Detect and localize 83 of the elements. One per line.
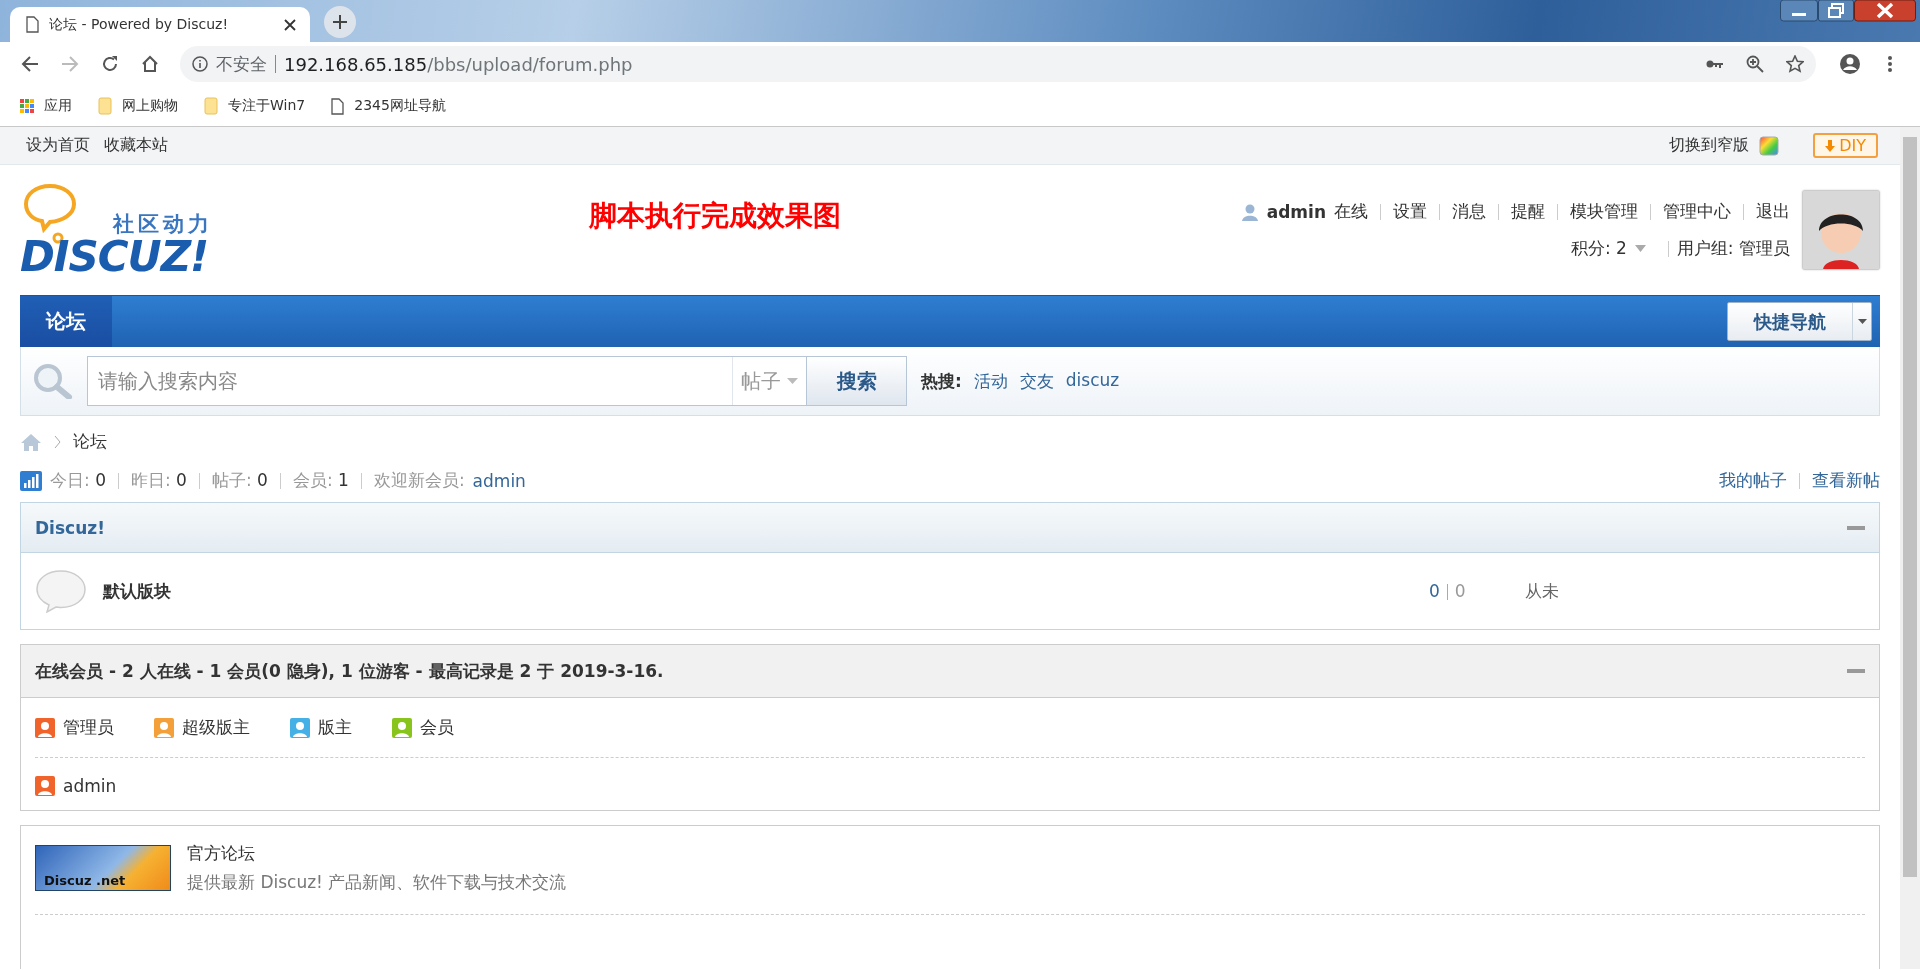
forum-name-link[interactable]: 默认版块 — [103, 579, 1413, 603]
last-post: 从未 — [1525, 579, 1560, 603]
minimize-icon[interactable] — [1780, 0, 1818, 22]
info-icon — [192, 56, 208, 72]
stat-item: 今日: 0 — [50, 469, 106, 492]
chevron-icon — [54, 434, 61, 449]
user-menu-link[interactable]: 退出 — [1756, 200, 1790, 223]
username-link[interactable]: admin — [1266, 201, 1326, 222]
thread-link[interactable]: 我的帖子 — [1719, 469, 1787, 492]
user-menu-link[interactable]: 管理中心 — [1663, 200, 1731, 223]
user-menu-link[interactable]: 消息 — [1452, 200, 1486, 223]
caret-icon — [1857, 319, 1867, 324]
post-count: 0 — [1454, 581, 1466, 601]
page-icon — [331, 97, 345, 115]
hot-search-link[interactable]: 交友 — [1019, 369, 1054, 393]
logo-tagline: 社区动力 — [113, 211, 213, 238]
bar-chart-icon — [20, 470, 42, 491]
page-icon — [26, 16, 39, 33]
new-tab-button[interactable] — [324, 6, 356, 38]
reload-icon[interactable] — [101, 55, 119, 73]
folder-icon — [98, 97, 112, 115]
back-icon[interactable] — [21, 56, 39, 72]
star-icon[interactable] — [1786, 55, 1804, 73]
close-icon[interactable] — [1854, 0, 1916, 22]
color-palette-icon[interactable] — [1759, 135, 1780, 156]
site-banner-logo[interactable]: Discuz .net — [35, 845, 171, 891]
key-icon[interactable] — [1706, 59, 1724, 69]
user-icon — [1240, 202, 1259, 221]
welcome-label: 欢迎新会员: — [373, 469, 465, 492]
close-icon[interactable] — [284, 18, 296, 31]
hot-search-link[interactable]: 活动 — [973, 369, 1008, 393]
switch-width-link[interactable]: 切换到窄版 — [1669, 135, 1750, 156]
collapse-icon[interactable] — [1847, 525, 1865, 530]
headline: 脚本执行完成效果图 — [589, 198, 842, 234]
bookmark[interactable]: 网上购物 — [98, 97, 178, 115]
quick-nav-button[interactable]: 快捷导航 — [1727, 302, 1872, 341]
friend-link[interactable]: 官方论坛 — [187, 842, 567, 865]
top-link[interactable]: 设为首页 — [26, 135, 90, 156]
group-label: 版主 — [318, 716, 352, 739]
restore-icon[interactable] — [1818, 0, 1854, 22]
user-menu-link[interactable]: 设置 — [1393, 200, 1427, 223]
link-description: 提供最新 Discuz! 产品新闻、软件下载与技术交流 — [187, 871, 567, 894]
address-bar[interactable]: 不安全 192.168.65.185/bbs/upload/forum.php — [180, 46, 1816, 82]
bookmark[interactable]: 应用 — [20, 97, 72, 115]
user-menu-link[interactable]: 模块管理 — [1570, 200, 1638, 223]
stat-item: 昨日: 0 — [130, 469, 187, 492]
avatar[interactable] — [1802, 190, 1880, 270]
caret-icon — [787, 378, 798, 384]
online-members-title: 在线会员 - 2 人在线 - 1 会员(0 隐身), 1 位游客 - 最高记录是 2 于 2019-3-16. — [35, 659, 665, 683]
user-menu-link[interactable]: 提醒 — [1511, 200, 1545, 223]
breadcrumb-link[interactable]: 论坛 — [73, 430, 107, 453]
apps-icon — [20, 99, 34, 113]
search-button[interactable]: 搜索 — [806, 357, 906, 405]
top-link[interactable]: 收藏本站 — [104, 135, 168, 156]
thread-link[interactable]: 查看新帖 — [1812, 469, 1880, 492]
bookmark[interactable]: 专注于Win7 — [204, 97, 306, 115]
menu-icon[interactable] — [1888, 56, 1892, 72]
bookmark[interactable]: 2345网址导航 — [331, 97, 446, 115]
plus-icon — [332, 14, 348, 30]
account-icon[interactable] — [1839, 53, 1861, 75]
search-icon — [33, 363, 73, 399]
hot-search-link[interactable]: discuz — [1065, 369, 1120, 393]
group-label: 管理员 — [63, 716, 114, 739]
arrow-down-icon — [1825, 139, 1836, 152]
search-field[interactable]: 请输入搜索内容 帖子 搜索 — [87, 356, 907, 406]
folder-icon — [204, 97, 218, 115]
group-label: 会员 — [420, 716, 454, 739]
zoom-icon[interactable] — [1746, 55, 1764, 73]
home-icon[interactable] — [141, 55, 159, 73]
thread-count: 0 — [1429, 581, 1440, 601]
scrollbar-thumb[interactable] — [1903, 137, 1917, 877]
stat-item: 会员: 1 — [292, 469, 349, 492]
stat-item: 帖子: 0 — [211, 469, 268, 492]
hot-search-label: 热搜: — [921, 369, 962, 393]
credits-link[interactable]: 积分: 2 — [1570, 237, 1627, 260]
new-member-link[interactable]: admin — [472, 470, 526, 491]
user-group: 用户组: 管理员 — [1676, 237, 1790, 260]
speech-bubble-icon — [35, 569, 87, 613]
browser-tab[interactable]: 论坛 - Powered by Discuz! — [10, 7, 310, 42]
group-label: 超级版主 — [182, 716, 250, 739]
online-status: 在线 — [1334, 200, 1368, 223]
nav-tab[interactable]: 论坛 — [20, 296, 112, 347]
member-link[interactable]: admin — [63, 776, 117, 796]
